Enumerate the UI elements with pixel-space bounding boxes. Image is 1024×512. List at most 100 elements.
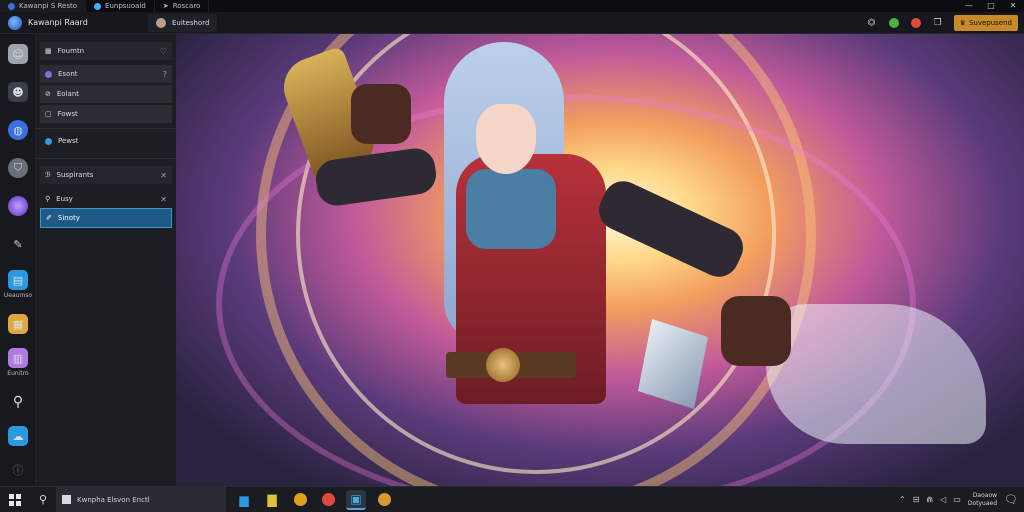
taskbar-files[interactable]: ▇	[262, 490, 282, 510]
breadcrumb-label: Euiteshord	[172, 18, 210, 27]
search-icon: ⚲	[12, 394, 24, 410]
hero-face	[476, 104, 536, 174]
arrow-icon: ➤	[162, 2, 169, 10]
divider	[36, 158, 176, 159]
section-item-label: Eusy	[56, 195, 73, 203]
battery-icon[interactable]: ▭	[953, 495, 961, 504]
app-logo-icon	[8, 2, 15, 10]
item-icon	[45, 70, 52, 78]
folder-icon: ▤	[8, 270, 28, 290]
orb-icon	[8, 196, 28, 216]
taskbar-settings[interactable]	[374, 490, 394, 510]
tab-3[interactable]: ➤ Roscaro	[155, 0, 210, 12]
app-icon: ▣	[350, 491, 362, 506]
rail-item-globe[interactable]: ◍	[4, 120, 32, 140]
rail-item-info[interactable]: ⓘ	[4, 460, 32, 480]
search-icon[interactable]: ⚲	[30, 493, 56, 506]
panel-item-label: Fowst	[57, 110, 78, 118]
section-item[interactable]: ⚲ Eusy ✕	[40, 190, 172, 208]
taskbar-folder[interactable]: ▆	[234, 490, 254, 510]
network-icon[interactable]: ⊟	[913, 495, 920, 504]
taskbar-search-text: Kwnpha Elsvon Enctl	[77, 495, 150, 504]
clock-time: Daoaow	[972, 491, 998, 499]
help-icon[interactable]: ?	[163, 70, 167, 79]
chevron-up-icon[interactable]: ⌃	[899, 495, 906, 504]
upgrade-label: Suvepusend	[968, 18, 1012, 27]
panel-item-label: Eolant	[56, 90, 79, 98]
globe-icon: ◍	[8, 120, 28, 140]
section-item-label: Sinoty	[57, 214, 80, 222]
rail-item-profile[interactable]: ☺	[4, 44, 32, 64]
browser-icon	[94, 2, 102, 10]
rail-item-search[interactable]: ⚲	[4, 392, 32, 412]
taskbar-search[interactable]: Kwnpha Elsvon Enctl	[56, 486, 226, 512]
rail-item-character[interactable]: ☻	[4, 82, 32, 102]
belt-buckle	[486, 348, 520, 382]
copy-icon[interactable]: ❐	[932, 17, 944, 29]
minimize-button[interactable]: —	[958, 0, 980, 12]
frame-icon: ▢	[45, 110, 52, 118]
section-icon: ℬ	[45, 171, 51, 179]
panel-header-label: Foumtn	[57, 47, 85, 55]
tab-label: Kawanpi S Resto	[19, 2, 78, 10]
app-window: Kawanpi S Resto Eunpsuoaid ➤ Roscaro — □…	[0, 0, 1024, 512]
upgrade-button[interactable]: ♛ Suvepusend	[953, 14, 1018, 31]
icon-rail: ☺ ☻ ◍ ⛉ ✎ ▤ Ueaumso ▦ ▥ Eunitro ⚲ ☁ ⓘ	[0, 34, 36, 486]
notification-icon[interactable]: 🗨	[1004, 493, 1018, 506]
tab-label: Roscaro	[172, 2, 201, 10]
document-icon: ▥	[8, 348, 28, 368]
cloud-icon: ☁	[8, 426, 28, 446]
panel-item-label: Pewst	[58, 137, 79, 145]
tab-label: Eunpsuoaid	[105, 2, 146, 10]
rail-item-brush[interactable]: ✎	[4, 234, 32, 254]
rail-item-shield[interactable]: ⛉	[4, 158, 32, 178]
artwork-canvas[interactable]	[176, 34, 1024, 486]
rail-item-cloud[interactable]: ☁	[4, 426, 32, 446]
brush-icon: ✎	[13, 237, 23, 251]
start-button[interactable]	[0, 487, 30, 512]
volume-icon[interactable]: ◁	[940, 495, 946, 504]
app-logo-icon	[8, 15, 22, 30]
chrome-icon	[293, 493, 307, 506]
rail-item-palette[interactable]: ▦	[4, 314, 32, 334]
taskbar: ⚲ Kwnpha Elsvon Enctl ▆ ▇ ▣ ⌃ ⊟ ⋒ ◁ ▭ Da…	[0, 486, 1024, 512]
panel-item[interactable]: ▢ Fowst	[40, 105, 172, 123]
close-icon[interactable]: ✕	[160, 195, 167, 204]
panel-item-label: Esont	[58, 70, 78, 78]
taskbar-chrome[interactable]	[290, 490, 310, 510]
maximize-button[interactable]: □	[980, 0, 1002, 12]
panel-header[interactable]: ▦ Foumtn ♡	[40, 42, 172, 60]
rail-item-orb[interactable]	[4, 196, 32, 216]
section-item-selected[interactable]: ✐ Sinoty	[40, 208, 172, 228]
tab-2[interactable]: Eunpsuoaid	[86, 0, 155, 12]
title-bar: Kawanpi S Resto Eunpsuoaid ➤ Roscaro — □…	[0, 0, 1024, 12]
taskbar-apps: ▆ ▇ ▣	[234, 489, 394, 510]
hero-scarf	[466, 169, 556, 249]
info-icon: ⓘ	[12, 464, 24, 477]
rail-label: Eunitro	[7, 370, 29, 377]
panel-item[interactable]: ⊘ Eolant	[40, 85, 172, 103]
rail-item-folder[interactable]: ▤ Ueaumso	[4, 270, 32, 299]
clock[interactable]: Daoaow Dotyuaed	[968, 492, 997, 508]
taskbar-record[interactable]	[318, 490, 338, 510]
panel-item[interactable]: Pewst	[40, 132, 172, 150]
heart-icon[interactable]: ♡	[160, 47, 167, 56]
collapse-icon[interactable]: ✕	[160, 171, 167, 180]
hero-left-fist	[351, 84, 411, 144]
header-actions: ⏣ ❐ ♛ Suvepusend	[866, 14, 1018, 31]
section-header[interactable]: ℬ Suspirants ✕	[40, 166, 172, 184]
tab-1[interactable]: Kawanpi S Resto	[0, 0, 87, 12]
side-panel: ▦ Foumtn ♡ Esont ? ⊘ Eolant ▢ Fowst Pews…	[36, 34, 176, 486]
alert-icon[interactable]	[910, 17, 922, 29]
bell-icon[interactable]: ⏣	[866, 17, 878, 29]
close-button[interactable]: ✕	[1002, 0, 1024, 12]
wifi-icon[interactable]: ⋒	[926, 495, 933, 504]
breadcrumb[interactable]: Euiteshord	[148, 13, 218, 32]
status-icon[interactable]	[888, 17, 900, 29]
clock-date: Dotyuaed	[967, 499, 998, 507]
window-controls: — □ ✕	[958, 0, 1024, 12]
location-icon: ⚲	[45, 195, 51, 203]
panel-item[interactable]: Esont ?	[40, 65, 172, 83]
taskbar-app[interactable]: ▣	[346, 489, 366, 510]
rail-item-document[interactable]: ▥ Eunitro	[4, 348, 32, 377]
